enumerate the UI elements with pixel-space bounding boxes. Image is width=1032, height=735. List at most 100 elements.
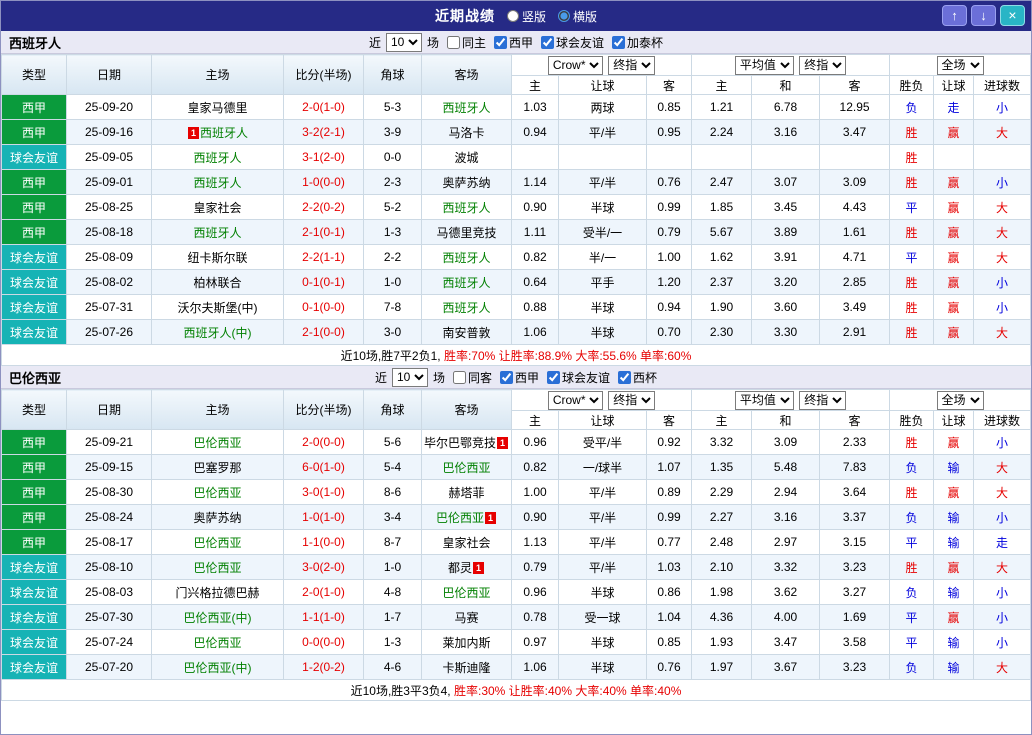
score-cell[interactable]: 1-0(1-0): [284, 505, 364, 530]
score-cell[interactable]: 0-0(0-0): [284, 630, 364, 655]
score-cell[interactable]: 2-1(0-1): [284, 220, 364, 245]
score-cell[interactable]: 1-1(1-0): [284, 605, 364, 630]
away-team-cell[interactable]: 南安普敦: [422, 320, 512, 345]
home-team-cell[interactable]: 西班牙人(中): [152, 320, 284, 345]
away-team-cell[interactable]: 波城: [422, 145, 512, 170]
away-team-cell[interactable]: 莱加内斯: [422, 630, 512, 655]
filter-checkbox[interactable]: [618, 371, 631, 384]
team-name: 西班牙人(中): [184, 326, 252, 340]
home-team-cell[interactable]: 巴伦西亚(中): [152, 605, 284, 630]
score-cell[interactable]: 6-0(1-0): [284, 455, 364, 480]
average-odds-select[interactable]: 平均值: [735, 391, 794, 410]
score-cell[interactable]: 2-0(1-0): [284, 95, 364, 120]
filter-checkbox[interactable]: [547, 371, 560, 384]
recent-count-select[interactable]: 10: [392, 368, 428, 387]
score-cell[interactable]: 2-0(1-0): [284, 580, 364, 605]
away-team-cell[interactable]: 毕尔巴鄂竞技1: [422, 430, 512, 455]
away-team-cell[interactable]: 巴伦西亚: [422, 580, 512, 605]
recent-count-select[interactable]: 10: [386, 33, 422, 52]
vertical-radio[interactable]: [507, 10, 519, 22]
filter-checkbox[interactable]: [494, 36, 507, 49]
filter-option[interactable]: 西甲: [494, 34, 533, 51]
league-type-cell: 球会友谊: [2, 630, 67, 655]
home-team-cell[interactable]: 巴伦西亚: [152, 630, 284, 655]
filter-checkbox[interactable]: [500, 371, 513, 384]
asian-odds-time-select[interactable]: 终指: [608, 391, 655, 410]
filter-option[interactable]: 西杯: [618, 369, 657, 386]
move-up-button[interactable]: ↑: [942, 5, 967, 26]
away-team-cell[interactable]: 西班牙人: [422, 195, 512, 220]
score-cell[interactable]: 1-1(0-0): [284, 530, 364, 555]
score-cell[interactable]: 2-0(0-0): [284, 430, 364, 455]
home-team-cell[interactable]: 巴伦西亚: [152, 530, 284, 555]
layout-vertical-option[interactable]: 竖版: [507, 8, 546, 25]
home-team-cell[interactable]: 巴伦西亚: [152, 555, 284, 580]
filter-option[interactable]: 加泰杯: [612, 34, 663, 51]
filter-option[interactable]: 同主: [447, 34, 486, 51]
euro-odds-time-select[interactable]: 终指: [799, 56, 846, 75]
away-team-cell[interactable]: 都灵1: [422, 555, 512, 580]
euro-odds-cell: 2.94: [752, 480, 820, 505]
score-cell[interactable]: 2-1(0-0): [284, 320, 364, 345]
score-cell[interactable]: 3-0(2-0): [284, 555, 364, 580]
filter-checkbox[interactable]: [453, 371, 466, 384]
home-team-cell[interactable]: 皇家马德里: [152, 95, 284, 120]
bookmaker-select[interactable]: Crow*: [548, 56, 603, 75]
euro-odds-time-select[interactable]: 终指: [799, 391, 846, 410]
close-button[interactable]: ×: [1000, 5, 1025, 26]
away-team-cell[interactable]: 巴伦西亚1: [422, 505, 512, 530]
home-team-cell[interactable]: 柏林联合: [152, 270, 284, 295]
home-team-cell[interactable]: 纽卡斯尔联: [152, 245, 284, 270]
away-team-cell[interactable]: 巴伦西亚: [422, 455, 512, 480]
filter-checkbox[interactable]: [541, 36, 554, 49]
fulltime-scope-select[interactable]: 全场: [937, 56, 984, 75]
filter-option[interactable]: 西甲: [500, 369, 539, 386]
home-team-cell[interactable]: 巴伦西亚(中): [152, 655, 284, 680]
score-cell[interactable]: 0-1(0-0): [284, 295, 364, 320]
filter-option[interactable]: 球会友谊: [541, 34, 604, 51]
home-team-cell[interactable]: 巴伦西亚: [152, 480, 284, 505]
away-team-cell[interactable]: 西班牙人: [422, 295, 512, 320]
home-team-cell[interactable]: 1西班牙人: [152, 120, 284, 145]
home-team-cell[interactable]: 西班牙人: [152, 145, 284, 170]
filter-option[interactable]: 同客: [453, 369, 492, 386]
away-team-cell[interactable]: 卡斯迪隆: [422, 655, 512, 680]
away-team-cell[interactable]: 皇家社会: [422, 530, 512, 555]
score-cell[interactable]: 3-2(2-1): [284, 120, 364, 145]
away-team-cell[interactable]: 马洛卡: [422, 120, 512, 145]
away-team-cell[interactable]: 赫塔菲: [422, 480, 512, 505]
filter-option[interactable]: 球会友谊: [547, 369, 610, 386]
home-team-cell[interactable]: 皇家社会: [152, 195, 284, 220]
asian-odds-time-select[interactable]: 终指: [608, 56, 655, 75]
home-team-cell[interactable]: 门兴格拉德巴赫: [152, 580, 284, 605]
layout-horizontal-option[interactable]: 横版: [558, 8, 597, 25]
score-cell[interactable]: 2-2(0-2): [284, 195, 364, 220]
score-cell[interactable]: 2-2(1-1): [284, 245, 364, 270]
away-team-cell[interactable]: 马德里竞技: [422, 220, 512, 245]
home-team-cell[interactable]: 西班牙人: [152, 220, 284, 245]
filter-checkbox[interactable]: [612, 36, 625, 49]
score-cell[interactable]: 1-0(0-0): [284, 170, 364, 195]
home-team-cell[interactable]: 巴塞罗那: [152, 455, 284, 480]
filter-checkbox[interactable]: [447, 36, 460, 49]
away-team-cell[interactable]: 西班牙人: [422, 270, 512, 295]
home-team-cell[interactable]: 巴伦西亚: [152, 430, 284, 455]
away-team-cell[interactable]: 奥萨苏纳: [422, 170, 512, 195]
result-cell: 赢: [934, 430, 974, 455]
score-cell[interactable]: 1-2(0-2): [284, 655, 364, 680]
home-team-cell[interactable]: 西班牙人: [152, 170, 284, 195]
home-team-cell[interactable]: 奥萨苏纳: [152, 505, 284, 530]
move-down-button[interactable]: ↓: [971, 5, 996, 26]
bookmaker-select[interactable]: Crow*: [548, 391, 603, 410]
away-team-cell[interactable]: 西班牙人: [422, 245, 512, 270]
home-team-cell[interactable]: 沃尔夫斯堡(中): [152, 295, 284, 320]
fulltime-scope-select[interactable]: 全场: [937, 391, 984, 410]
away-team-cell[interactable]: 马赛: [422, 605, 512, 630]
horizontal-radio[interactable]: [558, 10, 570, 22]
away-team-cell[interactable]: 西班牙人: [422, 95, 512, 120]
score-cell[interactable]: 0-1(0-1): [284, 270, 364, 295]
score-cell[interactable]: 3-1(2-0): [284, 145, 364, 170]
average-odds-select[interactable]: 平均值: [735, 56, 794, 75]
team-name: 巴伦西亚: [193, 536, 241, 550]
score-cell[interactable]: 3-0(1-0): [284, 480, 364, 505]
